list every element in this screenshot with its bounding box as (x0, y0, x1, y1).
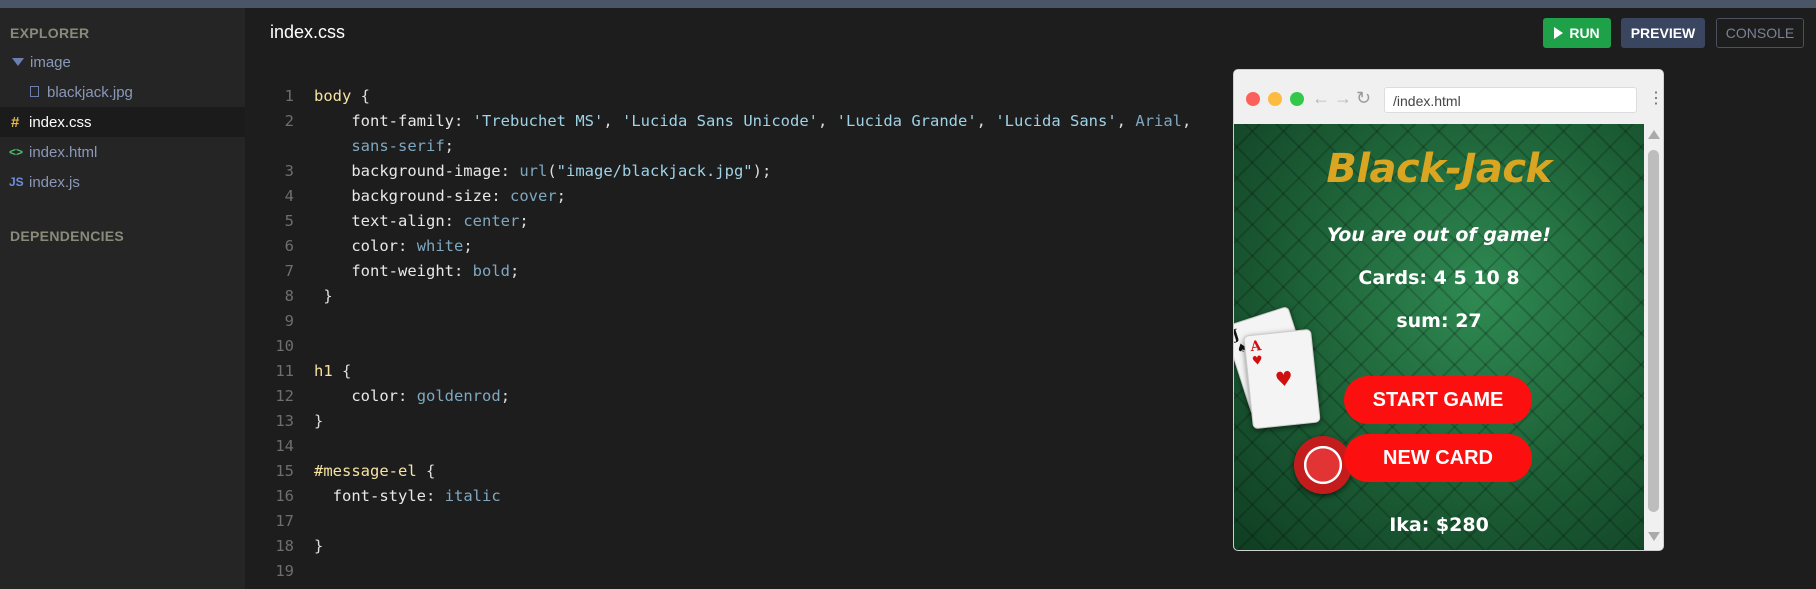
game-title: Black-Jack (1326, 146, 1552, 192)
game-message: You are out of game! (1326, 224, 1552, 246)
reload-icon[interactable]: ↻ (1356, 88, 1371, 109)
dependencies-heading[interactable]: DEPENDENCIES (10, 228, 124, 244)
line-number: 16 (275, 487, 294, 505)
code-line: background-image: url("image/blackjack.j… (351, 162, 772, 180)
file-explorer: EXPLORER image blackjack.jpg # index.css… (0, 8, 245, 589)
browser-menu-icon[interactable]: ⋮ (1648, 88, 1663, 108)
console-label: CONSOLE (1725, 25, 1795, 41)
playing-card-ace-image: A ♥ ♥ (1243, 328, 1321, 430)
code-line: h1 { (314, 362, 352, 380)
scroll-thumb[interactable] (1648, 150, 1659, 512)
line-number: 5 (284, 212, 294, 230)
line-number: 17 (275, 512, 294, 530)
line-number: 1 (284, 87, 294, 105)
preview-browser: ← → ↻ /index.html ⋮ J ♠ A ♥ ♥ Black-Jack… (1234, 70, 1663, 550)
line-number: 19 (275, 562, 294, 580)
console-button[interactable]: CONSOLE (1716, 18, 1804, 48)
editor-tab-title: index.css (270, 22, 346, 42)
back-arrow-icon[interactable]: ← (1312, 88, 1330, 109)
url-bar[interactable]: /index.html (1384, 87, 1637, 113)
sidebar-item-label: index.html (29, 143, 98, 161)
start-game-button[interactable]: START GAME (1344, 376, 1532, 424)
forward-arrow-icon[interactable]: → (1334, 88, 1352, 109)
line-number: 13 (275, 412, 294, 430)
run-button[interactable]: RUN (1543, 18, 1611, 48)
run-label: RUN (1569, 25, 1600, 41)
line-number: 18 (275, 537, 294, 555)
sidebar-item-label: index.css (29, 113, 92, 131)
cards-display: Cards: 4 5 10 8 (1358, 267, 1520, 289)
scroll-up-icon[interactable] (1648, 130, 1660, 139)
sidebar-item-image-folder[interactable]: image (0, 47, 245, 77)
html-file-icon: <> (9, 145, 24, 159)
code-line: body { (314, 87, 371, 105)
poker-chip-image (1294, 436, 1352, 494)
line-number: 2 (284, 112, 294, 130)
line-number: 3 (284, 162, 294, 180)
game-page: J ♠ A ♥ ♥ Black-Jack You are out of game… (1234, 124, 1644, 550)
line-number: 6 (284, 237, 294, 255)
sidebar-item-blackjack-jpg[interactable]: blackjack.jpg (0, 77, 245, 107)
sidebar-item-label: index.js (29, 173, 80, 191)
code-line: text-align: center; (351, 212, 529, 230)
code-line: } (314, 537, 324, 555)
line-number: 9 (284, 312, 294, 330)
code-line: font-family: 'Trebuchet MS', 'Lucida San… (351, 112, 1192, 130)
maximize-dot-icon[interactable] (1290, 92, 1304, 106)
scroll-down-icon[interactable] (1648, 532, 1660, 541)
line-number: 7 (284, 262, 294, 280)
code-line: } (314, 412, 324, 430)
line-number: 8 (284, 287, 294, 305)
code-line: color: goldenrod; (351, 387, 511, 405)
code-line: } (323, 287, 333, 305)
code-line: #message-el { (314, 462, 436, 480)
css-file-icon: # (11, 113, 20, 131)
line-number: 4 (284, 187, 294, 205)
code-line: sans-serif; (351, 137, 454, 155)
new-card-button[interactable]: NEW CARD (1344, 434, 1532, 482)
top-bar (0, 0, 1816, 8)
line-number: 15 (275, 462, 294, 480)
line-number: 14 (275, 437, 294, 455)
sidebar-item-index-html[interactable]: <> index.html (0, 137, 245, 167)
play-icon (1554, 27, 1564, 39)
line-number: 12 (275, 387, 294, 405)
line-number: 11 (275, 362, 294, 380)
line-number: 10 (275, 337, 294, 355)
sidebar-item-label: blackjack.jpg (47, 83, 133, 101)
sum-display: sum: 27 (1396, 310, 1482, 332)
file-icon (30, 86, 39, 97)
sidebar-item-label: image (30, 53, 71, 71)
code-line: font-style: italic (332, 487, 501, 505)
minimize-dot-icon[interactable] (1268, 92, 1282, 106)
browser-toolbar: ← → ↻ /index.html ⋮ (1234, 70, 1663, 124)
code-line: background-size: cover; (351, 187, 567, 205)
code-line: font-weight: bold; (351, 262, 520, 280)
sidebar-item-index-css[interactable]: # index.css (0, 107, 245, 137)
preview-button[interactable]: PREVIEW (1621, 18, 1705, 48)
close-dot-icon[interactable] (1246, 92, 1260, 106)
player-chips: Ika: $280 (1389, 514, 1489, 536)
preview-label: PREVIEW (1630, 25, 1696, 41)
explorer-heading: EXPLORER (10, 25, 90, 41)
folder-caret-icon (12, 58, 24, 66)
code-line: color: white; (351, 237, 473, 255)
js-file-icon: JS (9, 175, 24, 189)
preview-scrollbar[interactable] (1644, 124, 1663, 550)
sidebar-item-index-js[interactable]: JS index.js (0, 167, 245, 197)
